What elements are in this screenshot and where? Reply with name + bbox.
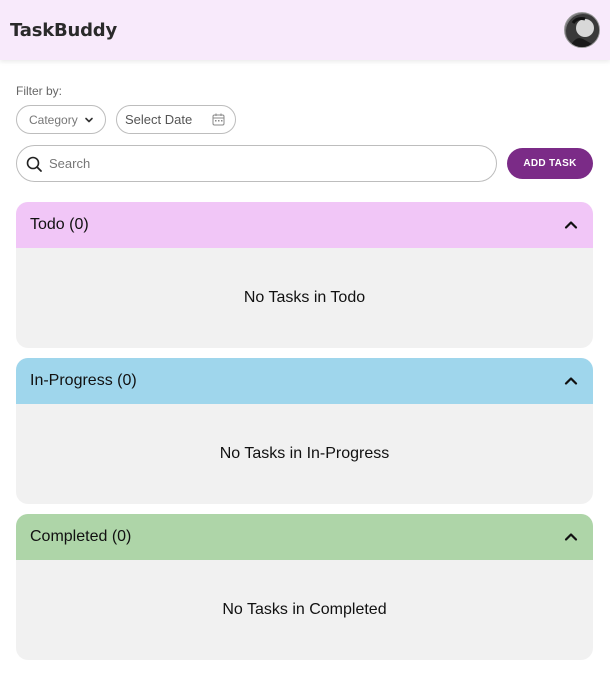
category-select[interactable]: Category: [16, 105, 106, 134]
avatar-icon: [566, 14, 599, 47]
app-title: TaskBuddy: [10, 19, 118, 41]
search-input[interactable]: Search: [16, 145, 497, 182]
section-todo-empty: No Tasks in Todo: [243, 289, 366, 306]
category-select-value: Category: [29, 112, 78, 127]
add-task-button[interactable]: ADD TASK: [507, 148, 593, 179]
section-completed: Completed (0) No Tasks in Completed: [16, 514, 593, 660]
section-in-progress: In-Progress (0) No Tasks in In-Progress: [16, 358, 593, 504]
section-title: In-Progress (0): [30, 372, 137, 389]
section-title: Completed (0): [30, 528, 132, 545]
chevron-up-icon[interactable]: [563, 529, 579, 545]
search-icon: [26, 156, 42, 172]
chevron-up-icon[interactable]: [563, 373, 579, 389]
section-todo-header[interactable]: Todo (0): [16, 202, 593, 248]
section-completed-empty: No Tasks in Completed: [222, 601, 387, 618]
calendar-icon[interactable]: [212, 113, 225, 126]
section-in-progress-header[interactable]: In-Progress (0): [16, 358, 593, 404]
section-title: Todo (0): [30, 216, 89, 233]
section-completed-header[interactable]: Completed (0): [16, 514, 593, 560]
date-input[interactable]: Select Date: [116, 105, 236, 134]
filter-label: Filter by:: [16, 84, 63, 98]
section-todo: Todo (0) No Tasks in Todo: [16, 202, 593, 348]
section-in-progress-empty: No Tasks in In-Progress: [219, 445, 390, 462]
app-header: TaskBuddy: [0, 0, 610, 60]
user-avatar[interactable]: [564, 12, 600, 48]
date-input-placeholder: Select Date: [125, 112, 193, 127]
search-placeholder: Search: [49, 156, 91, 171]
chevron-down-icon: [85, 117, 93, 123]
chevron-up-icon[interactable]: [563, 217, 579, 233]
